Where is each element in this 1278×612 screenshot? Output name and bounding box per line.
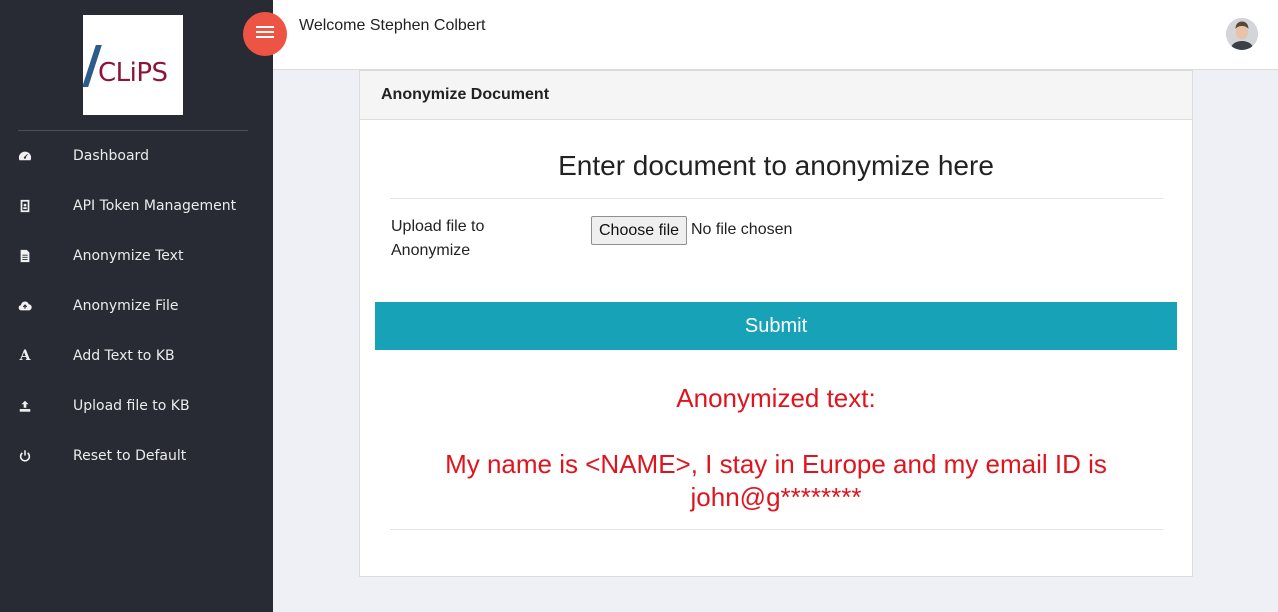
sidebar: CLiPS Dashboard API Token Management Ano… (0, 0, 273, 612)
result-title: Anonymized text: (676, 383, 876, 413)
sidebar-item-upload-file-to-kb[interactable]: Upload file to KB (0, 381, 273, 431)
document-icon (17, 248, 33, 264)
card-header: Anonymize Document (360, 71, 1192, 120)
clips-logo[interactable]: CLiPS (83, 15, 183, 115)
form-heading: Enter document to anonymize here (558, 150, 994, 181)
sidebar-item-api-token-management[interactable]: API Token Management (0, 181, 273, 231)
sidebar-item-label: Anonymize Text (73, 248, 184, 264)
upload-label: Upload file to Anonymize (391, 218, 485, 259)
sidebar-item-label: Anonymize File (73, 298, 179, 314)
badge-icon (17, 198, 33, 214)
sidebar-item-dashboard[interactable]: Dashboard (0, 131, 273, 181)
sidebar-item-label: Add Text to KB (73, 348, 175, 364)
divider (390, 529, 1163, 530)
dashboard-icon (17, 148, 33, 164)
choose-file-button[interactable]: Choose file (591, 216, 688, 245)
user-avatar[interactable] (1226, 18, 1258, 50)
sidebar-item-anonymize-file[interactable]: Anonymize File (0, 281, 273, 331)
anonymized-result-text: My name is <NAME>, I stay in Europe and … (445, 449, 1107, 512)
anonymize-document-card: Anonymize Document Enter document to ano… (359, 70, 1193, 577)
sidebar-toggle-button[interactable] (243, 12, 287, 56)
logo-text: CLiPS (98, 58, 168, 88)
upload-icon (17, 398, 33, 414)
font-icon: A (19, 348, 31, 364)
sidebar-item-label: Dashboard (73, 148, 149, 164)
card-title: Anonymize Document (381, 86, 550, 103)
cloud-upload-icon (17, 298, 33, 314)
file-status: No file chosen (691, 221, 793, 238)
welcome-message: Welcome Stephen Colbert (299, 17, 486, 34)
top-navbar: Welcome Stephen Colbert (273, 0, 1278, 70)
sidebar-item-label: API Token Management (73, 198, 237, 214)
divider (390, 198, 1163, 199)
submit-button[interactable]: Submit (375, 302, 1177, 350)
sidebar-item-anonymize-text[interactable]: Anonymize Text (0, 231, 273, 281)
sidebar-item-add-text-to-kb[interactable]: A Add Text to KB (0, 331, 273, 381)
sidebar-item-label: Reset to Default (73, 448, 187, 464)
power-icon (17, 448, 33, 464)
sidebar-item-reset-to-default[interactable]: Reset to Default (0, 431, 273, 481)
menu-icon (256, 25, 274, 44)
sidebar-item-label: Upload file to KB (73, 398, 190, 414)
